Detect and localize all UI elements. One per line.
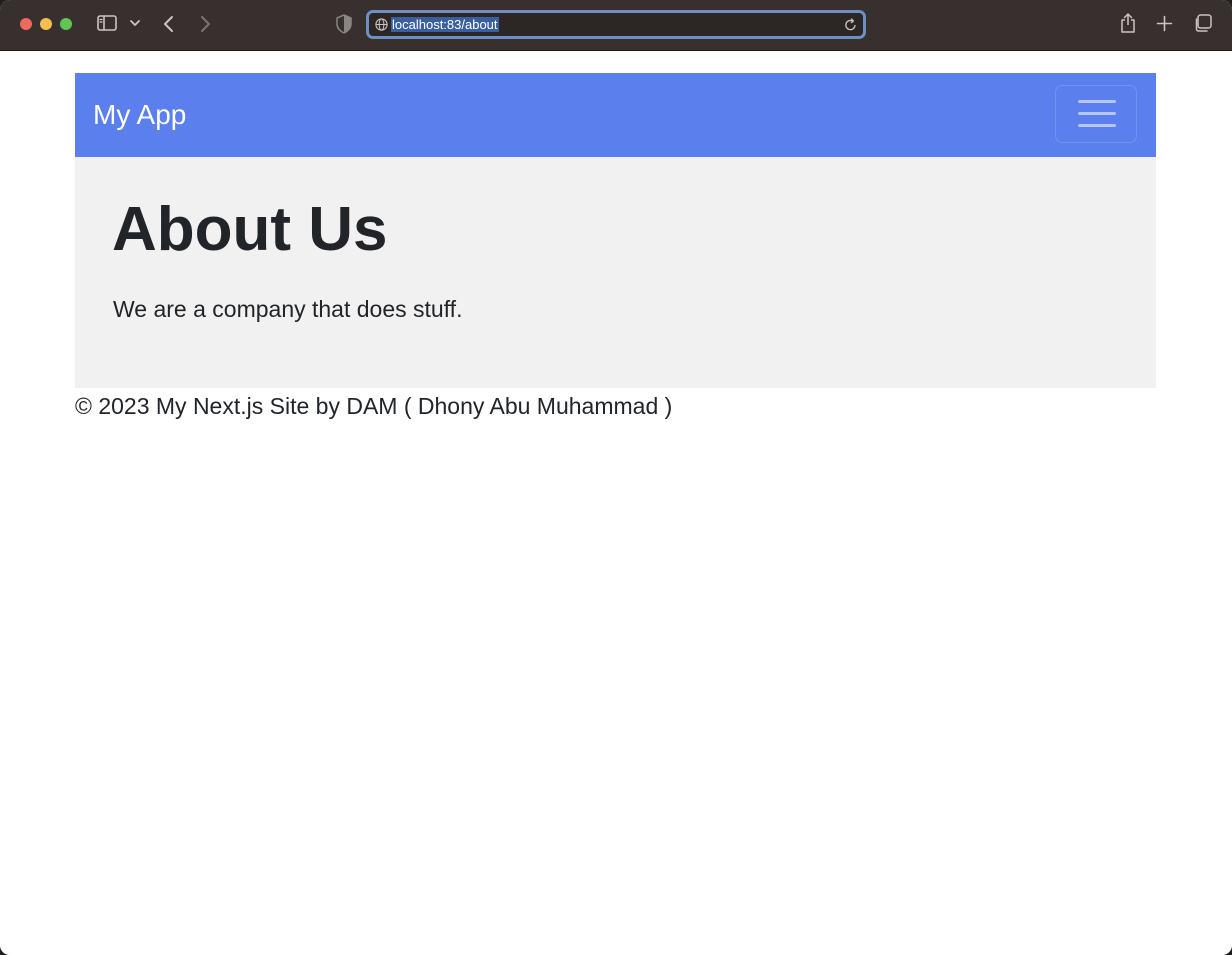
hamburger-icon <box>1078 112 1116 115</box>
maximize-window-button[interactable] <box>60 18 72 30</box>
navbar-brand[interactable]: My App <box>93 99 186 131</box>
reload-icon[interactable] <box>844 18 857 32</box>
address-bar[interactable]: localhost:83/about <box>366 10 866 39</box>
hamburger-icon <box>1078 100 1116 103</box>
forward-icon[interactable] <box>197 13 213 35</box>
page-viewport: My App About Us We are a company that do… <box>0 51 1232 955</box>
sidebar-icon[interactable] <box>97 15 117 31</box>
navbar-toggler-button[interactable] <box>1055 85 1137 143</box>
browser-window: localhost:83/about My App About Us We ar… <box>0 0 1232 955</box>
share-icon[interactable] <box>1119 12 1137 34</box>
back-icon[interactable] <box>161 13 177 35</box>
plus-icon[interactable] <box>1156 15 1173 32</box>
navbar: My App <box>75 73 1156 157</box>
hamburger-icon <box>1078 124 1116 127</box>
main-content: About Us We are a company that does stuf… <box>75 157 1156 388</box>
about-paragraph: We are a company that does stuff. <box>113 296 463 322</box>
minimize-window-button[interactable] <box>40 18 52 30</box>
close-window-button[interactable] <box>20 18 32 30</box>
chevron-down-icon[interactable] <box>129 16 141 30</box>
tabs-icon[interactable] <box>1193 14 1212 33</box>
shield-icon[interactable] <box>336 14 352 34</box>
browser-toolbar: localhost:83/about <box>0 0 1232 51</box>
page-title: About Us <box>112 195 388 264</box>
globe-icon <box>375 18 388 31</box>
footer-text: © 2023 My Next.js Site by DAM ( Dhony Ab… <box>75 393 673 419</box>
url-text[interactable]: localhost:83/about <box>391 17 499 32</box>
